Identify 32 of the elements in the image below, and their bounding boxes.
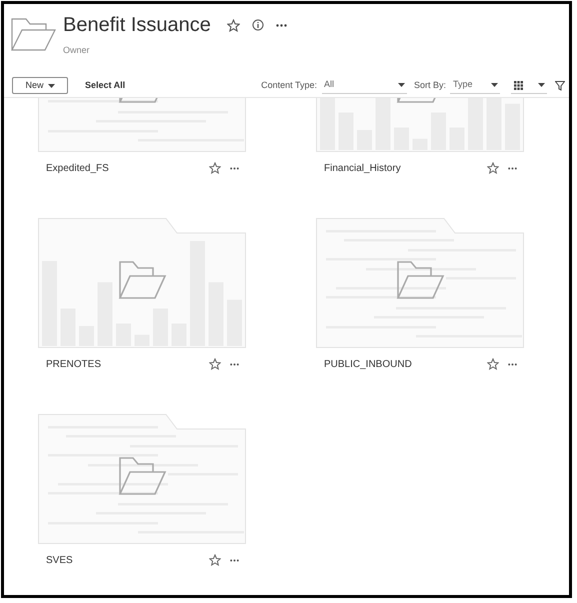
more-icon[interactable] (230, 558, 239, 562)
more-icon[interactable] (508, 166, 517, 170)
item-name[interactable]: PRENOTES (46, 356, 102, 372)
content-type-label: Content Type: (261, 78, 317, 92)
filter-icon[interactable] (555, 80, 565, 90)
star-icon[interactable] (209, 358, 221, 370)
caret-icon (538, 83, 545, 87)
select-all-link[interactable]: Select All (85, 78, 126, 92)
content-type-dropdown[interactable]: All (322, 77, 407, 94)
more-icon[interactable] (508, 362, 517, 366)
item-name[interactable]: SVES (46, 552, 73, 568)
grid-icon (514, 80, 523, 90)
owner-label: Owner (63, 44, 91, 57)
sort-by-dropdown[interactable]: Type (450, 77, 500, 94)
caret-icon (48, 84, 54, 88)
more-icon[interactable] (230, 362, 239, 366)
info-icon[interactable] (252, 19, 264, 31)
caret-icon (491, 83, 498, 87)
more-icon[interactable] (276, 24, 287, 26)
item-name[interactable]: PUBLIC_INBOUND (324, 356, 412, 372)
star-icon[interactable] (487, 162, 499, 174)
caret-icon (398, 83, 405, 87)
item-name[interactable]: Expedited_FS (46, 160, 109, 176)
star-icon[interactable] (226, 18, 240, 32)
more-icon[interactable] (230, 166, 239, 170)
star-icon[interactable] (487, 358, 499, 370)
new-button[interactable]: New (12, 77, 68, 94)
star-icon[interactable] (209, 162, 221, 174)
item-name[interactable]: Financial_History (324, 160, 401, 176)
sort-by-label: Sort By: (414, 78, 446, 92)
star-icon[interactable] (209, 554, 221, 566)
page-title: Benefit Issuance (63, 13, 211, 38)
